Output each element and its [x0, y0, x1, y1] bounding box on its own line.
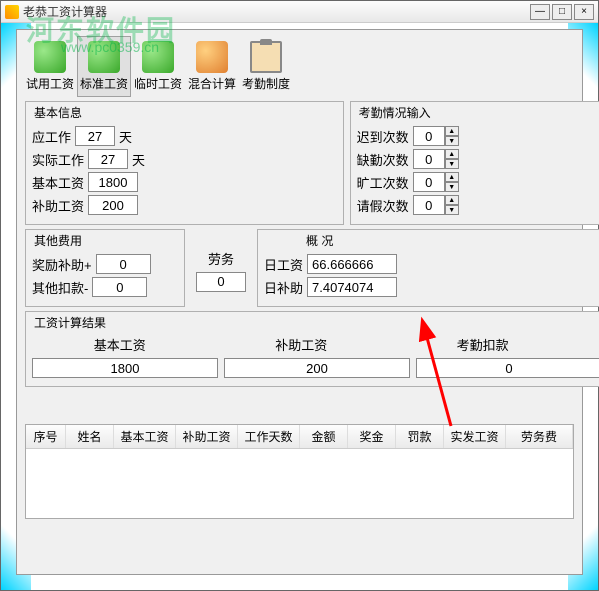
labor-input[interactable] — [196, 272, 246, 292]
overview-group: 概 况 日工资 日补助 — [257, 229, 599, 307]
people-icon — [88, 41, 120, 73]
labor-label: 劳务 — [208, 249, 234, 268]
result-allow — [224, 358, 410, 378]
late-count-spinner[interactable]: ▲▼ — [413, 126, 459, 146]
spin-down-icon[interactable]: ▼ — [445, 136, 459, 146]
allowance-label: 补助工资 — [32, 196, 84, 215]
actual-work-label: 实际工作 — [32, 150, 84, 169]
should-work-label: 应工作 — [32, 127, 71, 146]
result-table[interactable]: 序号 姓名 基本工资 补助工资 工作天数 金额 奖金 罚款 实发工资 劳务费 — [25, 424, 574, 519]
toolbar-attendance-system[interactable]: 考勤制度 — [239, 36, 293, 97]
clipboard-icon — [250, 41, 282, 73]
toolbar-trial-salary[interactable]: 试用工资 — [23, 36, 77, 97]
content-area: 试用工资 标准工资 临时工资 混合计算 考勤制度 基本信息 应工作天 实际工作天… — [16, 29, 583, 575]
window-title: 老恭工资计算器 — [23, 3, 530, 20]
absent-count-spinner[interactable]: ▲▼ — [413, 149, 459, 169]
toolbar: 试用工资 标准工资 临时工资 混合计算 考勤制度 — [17, 30, 582, 97]
bonus-input[interactable] — [96, 254, 151, 274]
person-icon — [34, 41, 66, 73]
toolbar-temp-salary[interactable]: 临时工资 — [131, 36, 185, 97]
allowance-input[interactable] — [88, 195, 138, 215]
base-salary-label: 基本工资 — [32, 173, 84, 192]
actual-work-input[interactable] — [88, 149, 128, 169]
person-gear-icon — [196, 41, 228, 73]
app-window: 老恭工资计算器 — □ × 河东软件园 www.pc0359.cn 试用工资 标… — [0, 0, 599, 591]
result-base — [32, 358, 218, 378]
leave-count-spinner[interactable]: ▲▼ — [413, 195, 459, 215]
other-fee-group: 其他费用 奖励补助+ 其他扣款- — [25, 229, 185, 307]
th-bonus: 奖金 — [348, 425, 396, 448]
toolbar-mixed-calc[interactable]: 混合计算 — [185, 36, 239, 97]
attendance-input-group: 考勤情况输入 迟到次数▲▼ 缺勤次数▲▼ 旷工次数▲▼ 请假次数▲▼ — [350, 101, 599, 225]
maximize-button[interactable]: □ — [552, 4, 572, 20]
table-header: 序号 姓名 基本工资 补助工资 工作天数 金额 奖金 罚款 实发工资 劳务费 — [26, 425, 573, 449]
result-group: 工资计算结果 基本工资 补助工资 考勤扣款 其他费用 本月实发工资 — [25, 311, 599, 387]
th-actual: 实发工资 — [444, 425, 506, 448]
spin-up-icon[interactable]: ▲ — [445, 126, 459, 136]
th-name: 姓名 — [66, 425, 114, 448]
th-allow: 补助工资 — [176, 425, 238, 448]
basic-info-group: 基本信息 应工作天 实际工作天 基本工资 补助工资 — [25, 101, 344, 225]
minimize-button[interactable]: — — [530, 4, 550, 20]
toolbar-standard-salary[interactable]: 标准工资 — [77, 36, 131, 97]
other-deduct-input[interactable] — [92, 277, 147, 297]
th-days: 工作天数 — [238, 425, 300, 448]
close-button[interactable]: × — [574, 4, 594, 20]
app-icon — [5, 5, 19, 19]
base-salary-input[interactable] — [88, 172, 138, 192]
daily-allow-output — [307, 277, 397, 297]
daily-salary-output — [307, 254, 397, 274]
should-work-input[interactable] — [75, 126, 115, 146]
th-amount: 金额 — [300, 425, 348, 448]
th-index: 序号 — [26, 425, 66, 448]
th-labor: 劳务费 — [506, 425, 573, 448]
th-base: 基本工资 — [114, 425, 176, 448]
person-check-icon — [142, 41, 174, 73]
result-deduct — [416, 358, 599, 378]
titlebar: 老恭工资计算器 — □ × — [1, 1, 598, 23]
basic-info-title: 基本信息 — [32, 104, 84, 121]
attendance-input-title: 考勤情况输入 — [357, 104, 433, 121]
skip-count-spinner[interactable]: ▲▼ — [413, 172, 459, 192]
th-penalty: 罚款 — [396, 425, 444, 448]
